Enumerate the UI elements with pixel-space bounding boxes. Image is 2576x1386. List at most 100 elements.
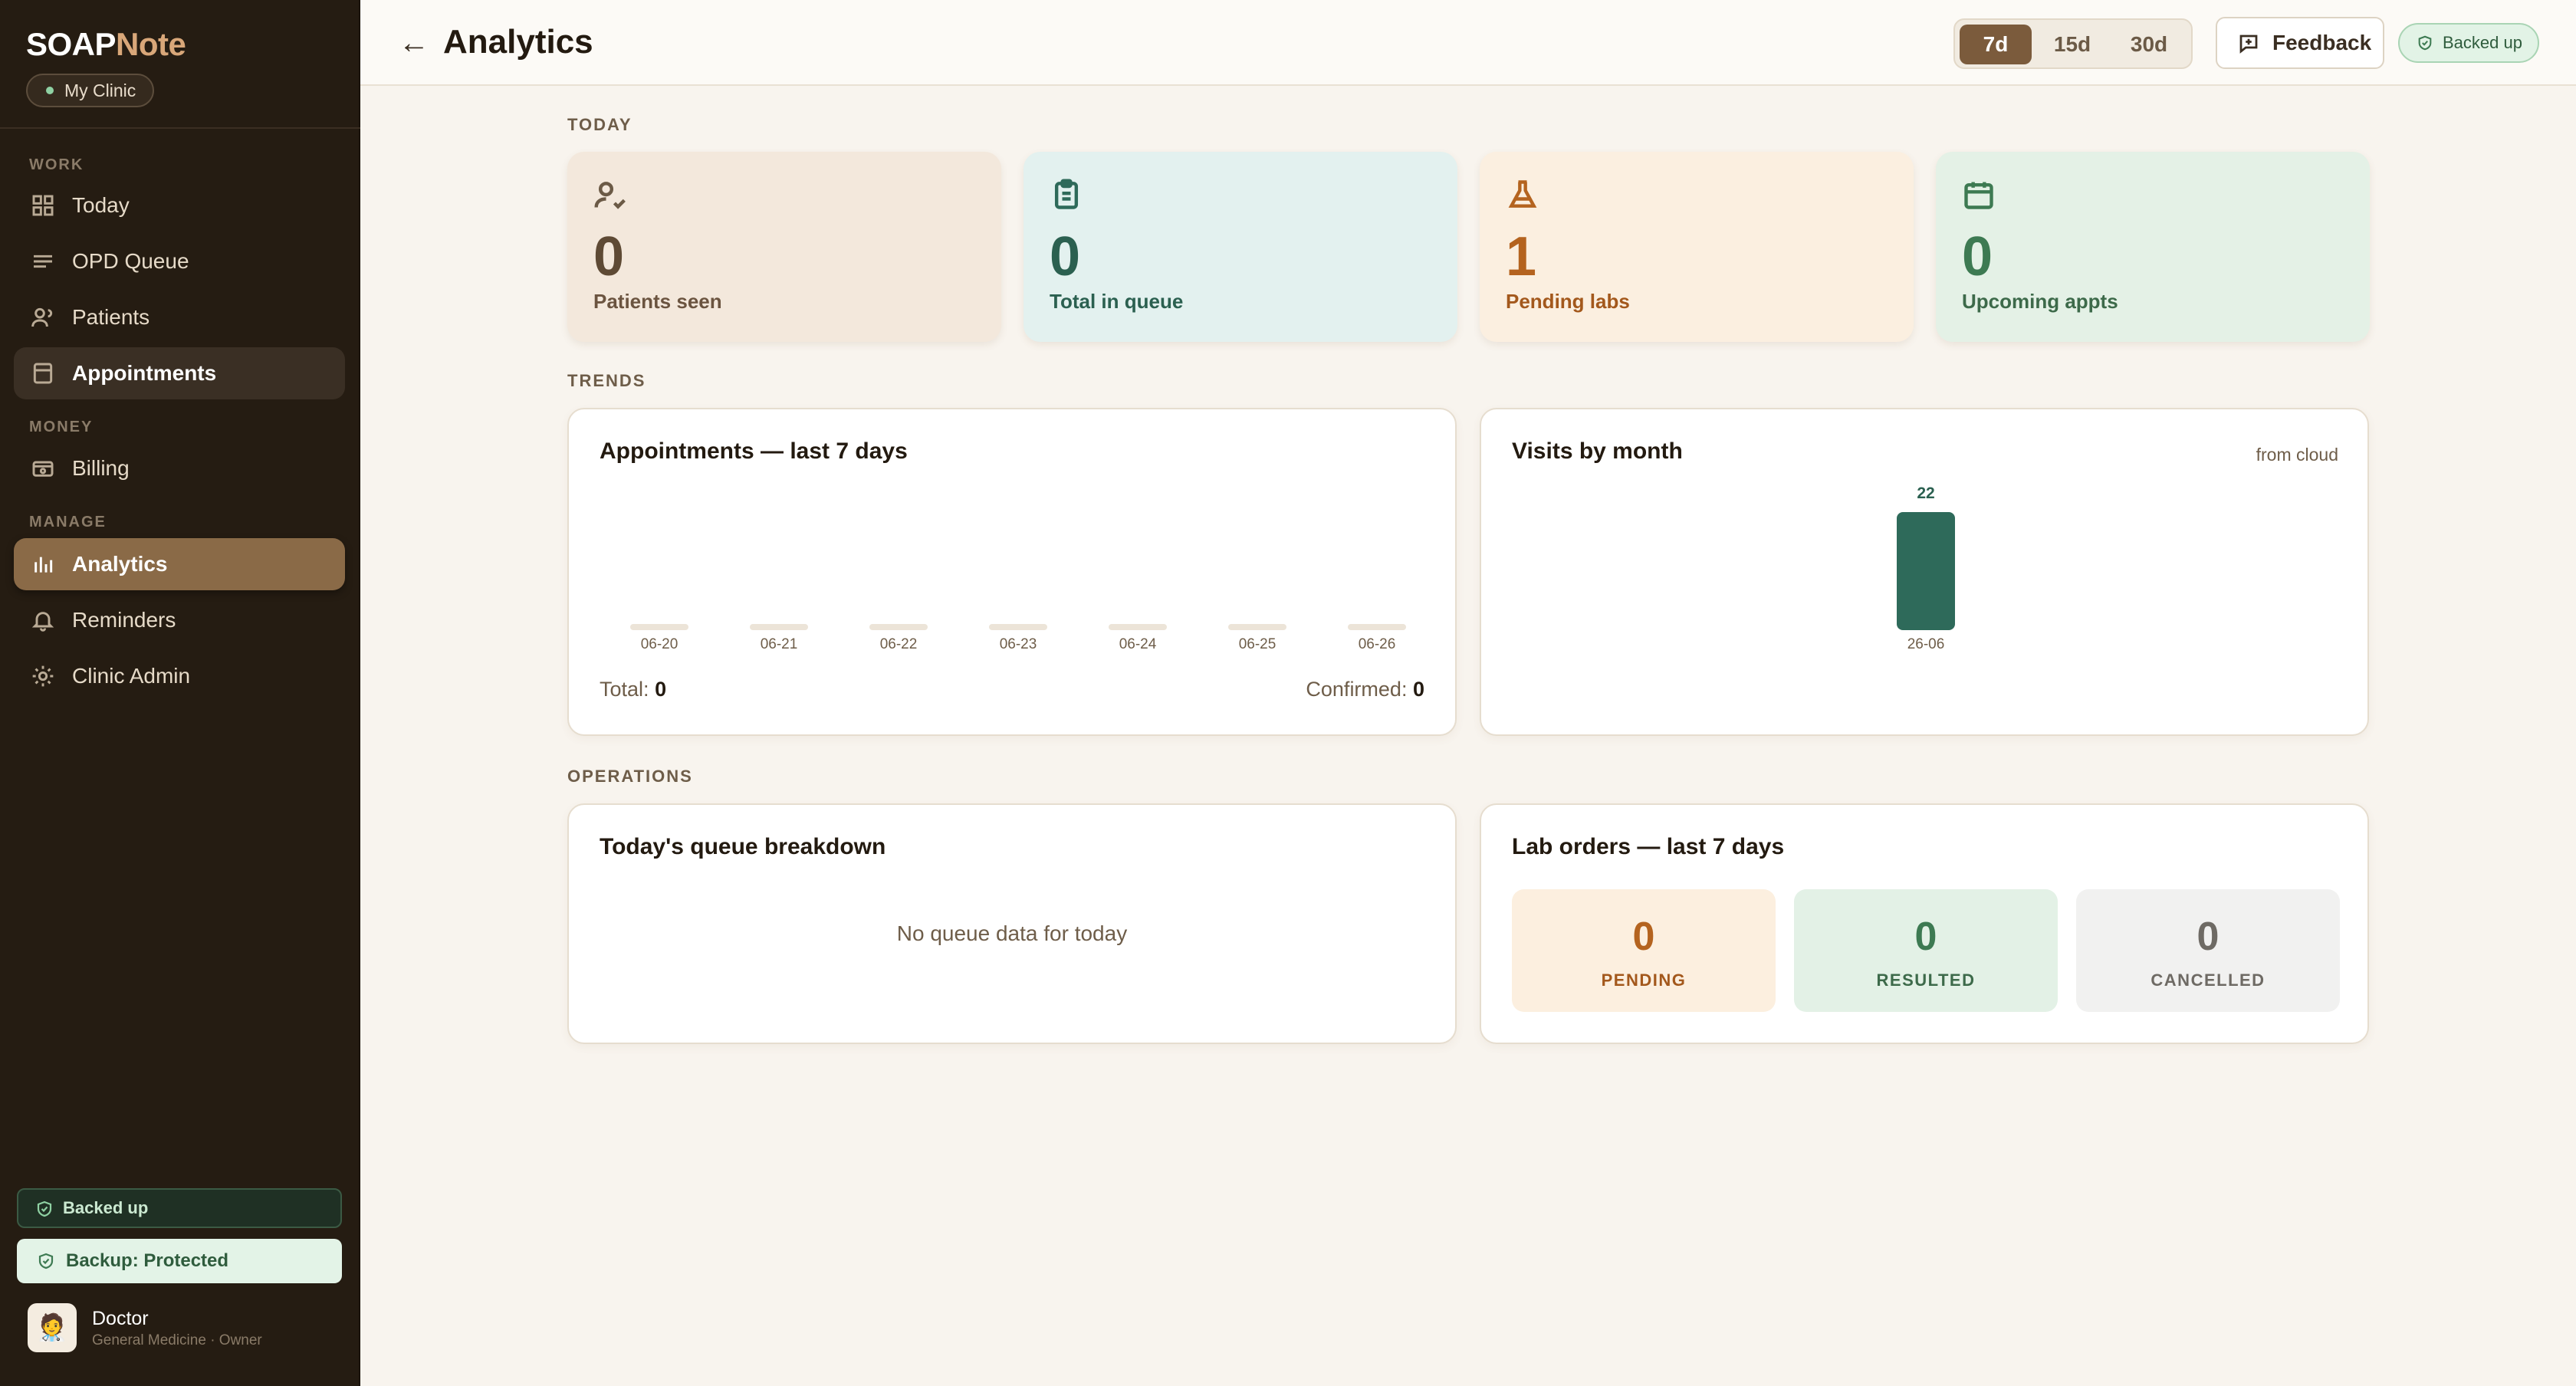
chart-bar (1228, 624, 1286, 630)
avatar[interactable]: 🧑‍⚕️ (28, 1303, 77, 1352)
back-arrow-icon[interactable]: ← (399, 25, 435, 61)
appointments-chart-card: Appointments — last 7 days Total: 0 Conf… (567, 408, 1457, 736)
kpi-value: 0 (1962, 226, 1993, 287)
chart-bar (989, 624, 1047, 630)
sidebar-item-label: Analytics (72, 552, 168, 576)
range-button-7d[interactable]: 7d (1960, 25, 2032, 64)
chart-x-tick-label: 06-20 (640, 636, 678, 652)
shield-check-icon (38, 1253, 54, 1269)
sidebar-item-label: Patients (72, 305, 150, 329)
appointments-total: Total: 0 (600, 678, 667, 701)
clipboard-icon (1050, 178, 1083, 212)
sidebar-backed-up-status: Backed up (17, 1188, 342, 1228)
chart-bar (1897, 512, 1955, 630)
grid-icon (31, 193, 55, 218)
chart-bar (869, 624, 928, 630)
sidebar-item-billing[interactable]: Billing (14, 442, 345, 494)
lab-status-label: PENDING (1601, 971, 1687, 990)
chart-x-tick-label: 06-25 (1238, 636, 1276, 652)
data-source-label: from cloud (2256, 445, 2338, 465)
sidebar-item-opd-queue[interactable]: OPD Queue (14, 235, 345, 287)
sidebar-item-analytics[interactable]: Analytics (14, 538, 345, 590)
kpi-label: Upcoming appts (1962, 290, 2118, 313)
clinic-status-dot (46, 87, 54, 94)
calendar-icon (1962, 178, 1996, 212)
chart-x-tick-label: 26-06 (1907, 636, 1945, 652)
lab-count: 0 (1914, 915, 1937, 959)
flask-icon (1506, 178, 1539, 212)
wallet-icon (31, 456, 55, 481)
sidebar-item-label: Reminders (72, 608, 176, 632)
clinic-name: My Clinic (64, 80, 136, 100)
kpi-card-upcoming-appts[interactable]: 0 Upcoming appts (1936, 152, 2370, 342)
chart-bar (750, 624, 808, 630)
kpi-card-patients-seen[interactable]: 0 Patients seen (567, 152, 1001, 342)
sidebar-item-label: OPD Queue (72, 249, 189, 273)
sidebar-item-reminders[interactable]: Reminders (14, 594, 345, 646)
message-plus-icon (2239, 34, 2258, 54)
empty-state-message: No queue data for today (896, 921, 1128, 945)
feedback-button[interactable]: Feedback (2216, 17, 2384, 69)
sidebar-item-appointments[interactable]: Appointments (14, 347, 345, 399)
lab-tile-pending[interactable]: 0 PENDING (1512, 889, 1776, 1012)
chart-x-tick-label: 06-23 (999, 636, 1037, 652)
sidebar-divider (0, 127, 360, 129)
list-icon (31, 249, 55, 274)
sidebar-item-patients[interactable]: Patients (14, 291, 345, 343)
queue-breakdown-card: Today's queue breakdown No queue data fo… (567, 803, 1457, 1044)
chart-x-tick-label: 06-26 (1358, 636, 1396, 652)
clinic-selector[interactable]: My Clinic (26, 74, 155, 107)
range-selector: 7d 15d 30d (1953, 18, 2193, 69)
shield-check-icon (2418, 35, 2432, 51)
brand-logo[interactable]: SOAPNote (26, 26, 186, 63)
backed-up-badge: Backed up (2398, 23, 2539, 63)
page-title: Analytics (443, 23, 593, 61)
section-label-money: MONEY (29, 419, 94, 435)
user-name: Doctor (92, 1308, 149, 1329)
lab-tile-cancelled[interactable]: 0 CANCELLED (2076, 889, 2340, 1012)
user-role: General Medicine · Owner (92, 1332, 262, 1348)
sidebar-item-today[interactable]: Today (14, 179, 345, 232)
card-title: Appointments — last 7 days (600, 438, 908, 464)
range-button-30d[interactable]: 30d (2113, 25, 2185, 64)
section-label-trends: TRENDS (567, 371, 646, 390)
appointments-confirmed: Confirmed: 0 (1306, 678, 1424, 701)
kpi-label: Patients seen (593, 290, 722, 313)
section-label-today: TODAY (567, 115, 632, 134)
range-button-15d[interactable]: 15d (2036, 25, 2108, 64)
chart-x-tick-label: 06-24 (1119, 636, 1157, 652)
sidebar-item-label: Appointments (72, 361, 217, 385)
visits-chart-card: Visits by month from cloud 22 26-06 (1480, 408, 2369, 736)
kpi-value: 0 (593, 226, 625, 287)
sidebar-item-label: Today (72, 193, 130, 217)
lab-count: 0 (1632, 915, 1655, 959)
chart-data-label: 22 (1917, 484, 1935, 502)
chart-bar (1348, 624, 1406, 630)
kpi-card-total-in-queue[interactable]: 0 Total in queue (1024, 152, 1457, 342)
sidebar: SOAPNote My Clinic WORK Today OPD Queue … (0, 0, 360, 1386)
backup-protected-button[interactable]: Backup: Protected (17, 1239, 342, 1283)
lab-count: 0 (2196, 915, 2220, 959)
gear-icon (31, 664, 55, 688)
section-label-manage: MANAGE (29, 514, 107, 530)
lab-status-label: RESULTED (1876, 971, 1976, 990)
lab-orders-card: Lab orders — last 7 days 0 PENDING 0 RES… (1480, 803, 2369, 1044)
chart-bar (1109, 624, 1167, 630)
kpi-label: Total in queue (1050, 290, 1184, 313)
sidebar-item-clinic-admin[interactable]: Clinic Admin (14, 650, 345, 702)
sidebar-item-label: Billing (72, 456, 130, 480)
kpi-value: 1 (1506, 226, 1537, 287)
card-title: Lab orders — last 7 days (1512, 834, 1785, 859)
card-title: Visits by month (1512, 438, 1683, 464)
calendar-icon (31, 361, 55, 386)
kpi-label: Pending labs (1506, 290, 1630, 313)
lab-status-label: CANCELLED (2150, 971, 2266, 990)
kpi-card-pending-labs[interactable]: 1 Pending labs (1480, 152, 1914, 342)
bell-icon (31, 608, 55, 632)
chart-bar (630, 624, 688, 630)
shield-check-icon (37, 1200, 52, 1217)
user-check-icon (593, 178, 627, 212)
chart-x-tick-label: 06-22 (879, 636, 918, 652)
sidebar-item-label: Clinic Admin (72, 664, 191, 688)
lab-tile-resulted[interactable]: 0 RESULTED (1794, 889, 2058, 1012)
